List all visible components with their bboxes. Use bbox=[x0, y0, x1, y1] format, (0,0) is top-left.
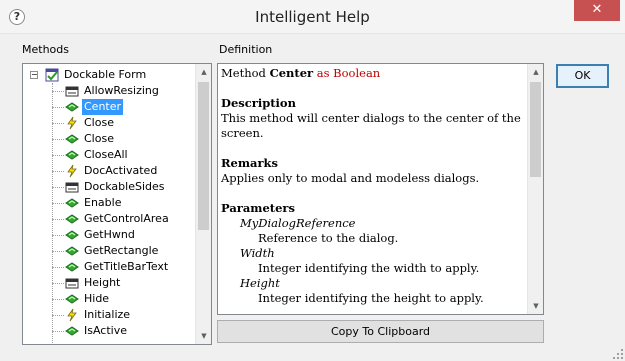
tree-item-label: DockableSides bbox=[84, 180, 165, 193]
method-icon bbox=[65, 262, 79, 272]
tree-root-label: Dockable Form bbox=[64, 68, 147, 81]
scroll-down-icon[interactable]: ▼ bbox=[528, 298, 543, 314]
methods-scrollbar[interactable]: ▲ ▼ bbox=[195, 64, 211, 344]
tree-item-label: Initialize bbox=[84, 308, 131, 321]
methods-tree[interactable]: − Dockable Form AllowResizing Center Close… bbox=[22, 63, 212, 345]
method-icon bbox=[65, 294, 79, 304]
tree-connector bbox=[52, 203, 64, 204]
copy-to-clipboard-button[interactable]: Copy To Clipboard bbox=[217, 320, 544, 343]
param-name: Height bbox=[240, 276, 280, 290]
tree-item-label: GetTitleBarText bbox=[84, 260, 169, 273]
tree-item-label: Hide bbox=[84, 292, 110, 305]
param-name: Width bbox=[240, 246, 275, 260]
window-title: Intelligent Help bbox=[255, 8, 370, 26]
tree-item-label: Center bbox=[82, 99, 124, 115]
tree-item-label: GetRectangle bbox=[84, 244, 159, 257]
tree-connector bbox=[52, 267, 64, 268]
heading-prefix: Method bbox=[221, 66, 266, 80]
tree-connector bbox=[52, 187, 64, 188]
return-type: as Boolean bbox=[316, 66, 381, 80]
title-bar: ? Intelligent Help ✕ bbox=[0, 0, 625, 34]
definition-heading: Method Center as Boolean bbox=[221, 66, 526, 81]
tree-item-label: Close bbox=[84, 132, 114, 145]
definition-panel: Method Center as Boolean Description Thi… bbox=[217, 63, 544, 315]
close-button[interactable]: ✕ bbox=[574, 0, 620, 21]
event-icon bbox=[67, 116, 77, 130]
scroll-thumb[interactable] bbox=[530, 82, 541, 177]
param-desc: Integer identifying the height to apply. bbox=[258, 291, 484, 305]
tree-connector bbox=[52, 299, 64, 300]
property-icon bbox=[65, 182, 79, 193]
remarks-text: Applies only to modal and modeless dialo… bbox=[221, 171, 480, 185]
tree-item-label: IsActive bbox=[84, 324, 128, 337]
event-icon bbox=[67, 164, 77, 178]
tree-item-label: GetControlArea bbox=[84, 212, 169, 225]
tree-connector bbox=[52, 251, 64, 252]
param-desc: Integer identifying the width to apply. bbox=[258, 261, 480, 275]
tree-line bbox=[52, 83, 53, 344]
method-icon bbox=[65, 102, 79, 112]
methods-label: Methods bbox=[22, 43, 69, 56]
remarks-title: Remarks bbox=[221, 156, 278, 170]
event-icon bbox=[67, 308, 77, 322]
resize-grip-icon[interactable] bbox=[613, 349, 623, 359]
tree-connector bbox=[52, 331, 64, 332]
tree-item-label: Height bbox=[84, 276, 121, 289]
property-icon bbox=[65, 86, 79, 97]
description-text: This method will center dialogs to the c… bbox=[221, 111, 521, 140]
tree-connector bbox=[52, 283, 64, 284]
param-desc: Reference to the dialog. bbox=[258, 231, 399, 245]
tree-connector bbox=[52, 91, 64, 92]
method-icon bbox=[65, 150, 79, 160]
collapse-icon[interactable]: − bbox=[30, 71, 38, 79]
tree-connector bbox=[52, 171, 64, 172]
method-icon bbox=[65, 134, 79, 144]
tree-connector bbox=[52, 315, 64, 316]
scroll-down-icon[interactable]: ▼ bbox=[196, 328, 211, 344]
tree-item-label: Enable bbox=[84, 196, 122, 209]
tree-item-label: CloseAll bbox=[84, 148, 128, 161]
ok-button[interactable]: OK bbox=[556, 64, 609, 88]
method-icon bbox=[65, 230, 79, 240]
tree-item-label: DocActivated bbox=[84, 164, 158, 177]
tree-connector bbox=[52, 107, 64, 108]
tree-connector bbox=[52, 155, 64, 156]
method-icon bbox=[65, 326, 79, 336]
parameters-title: Parameters bbox=[221, 201, 295, 215]
tree-item-label: GetHwnd bbox=[84, 228, 135, 241]
method-icon bbox=[65, 246, 79, 256]
tree-connector bbox=[52, 139, 64, 140]
definition-label: Definition bbox=[219, 43, 273, 56]
method-name: Center bbox=[269, 66, 314, 80]
method-icon bbox=[65, 214, 79, 224]
scroll-up-icon[interactable]: ▲ bbox=[528, 64, 543, 80]
property-icon bbox=[65, 278, 79, 289]
scroll-up-icon[interactable]: ▲ bbox=[196, 64, 211, 80]
definition-content: Method Center as Boolean Description Thi… bbox=[221, 66, 526, 306]
tree-connector bbox=[52, 235, 64, 236]
form-icon bbox=[45, 68, 59, 82]
tree-connector bbox=[52, 123, 64, 124]
description-title: Description bbox=[221, 96, 296, 110]
scroll-thumb[interactable] bbox=[198, 82, 209, 230]
tree-connector bbox=[52, 219, 64, 220]
tree-item-label: AllowResizing bbox=[84, 84, 159, 97]
param-name: MyDialogReference bbox=[240, 216, 356, 230]
definition-scrollbar[interactable]: ▲ ▼ bbox=[527, 64, 543, 314]
method-icon bbox=[65, 198, 79, 208]
tree-item-label: Close bbox=[84, 116, 114, 129]
